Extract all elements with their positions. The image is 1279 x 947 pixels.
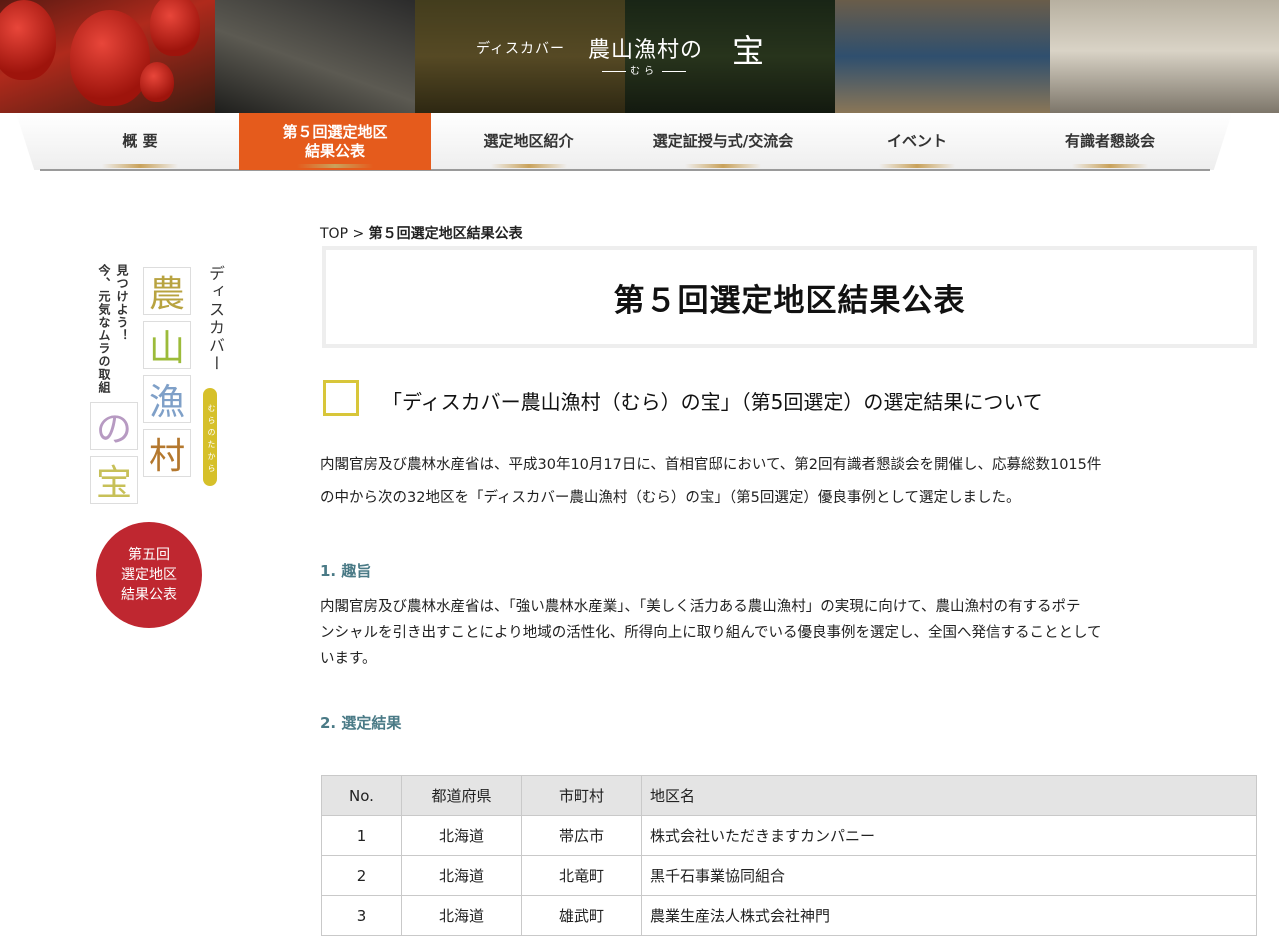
sidebar-mura-pill: むらのたから: [203, 388, 217, 486]
logo-prefix: ディスカバー: [476, 41, 566, 57]
cell-municipality: 帯広市: [521, 815, 642, 856]
logo-kanji-takara: 宝: [90, 456, 138, 504]
sidebar-tagline-2: 今、元気なムラの取組: [97, 264, 111, 394]
results-table: No. 都道府県 市町村 地区名 1 北海道 帯広市 株式会社いただきますカンパ…: [321, 775, 1257, 936]
nav-label: 有識者懇談会: [1064, 132, 1155, 151]
banner-photo-people: [835, 0, 1050, 113]
purpose-line-1: 内閣官房及び農林水産省は、「強い農林水産業」、「美しく活力ある農山漁村」の実現に…: [320, 599, 1081, 615]
banner-photo-crafts: [1050, 0, 1279, 113]
logo-kanji-no: 農: [143, 267, 191, 315]
section-title: 「ディスカバー農山漁村（むら）の宝」（第5回選定）の選定結果について: [382, 390, 1043, 414]
cell-prefecture: 北海道: [401, 815, 522, 856]
banner-photo-strawberries: [0, 0, 215, 113]
purpose-line-3: います。: [320, 651, 377, 667]
nav-item-results[interactable]: 第５回選定地区 結果公表: [239, 113, 431, 170]
nav-label: 選定証授与式/交流会: [652, 132, 794, 151]
cell-no: 2: [321, 855, 402, 896]
site-logo[interactable]: ディスカバー 農山漁村の 宝 むら: [470, 22, 790, 82]
table-header-row: No. 都道府県 市町村 地区名: [321, 775, 1257, 816]
nav-item-districts[interactable]: 選定地区紹介: [431, 113, 626, 170]
intro-line-1: 内閣官房及び農林水産省は、平成30年10月17日に、首相官邸において、第2回有識…: [320, 457, 1102, 473]
cell-no: 3: [321, 895, 402, 936]
main-nav: 概 要 第５回選定地区 結果公表 選定地区紹介 選定証授与式/交流会 イベント …: [0, 113, 1279, 173]
cell-municipality: 雄武町: [521, 895, 642, 936]
logo-ruby: むら: [594, 62, 694, 77]
breadcrumb-current: 第５回選定地区結果公表: [368, 226, 523, 242]
col-header-municipality: 市町村: [521, 775, 642, 816]
badge-line-1: 第五回: [128, 546, 170, 563]
breadcrumb-top-link[interactable]: TOP: [320, 226, 348, 242]
section-square-icon: [323, 380, 359, 416]
logo-treasure: 宝: [732, 32, 765, 70]
page-title-box: 第５回選定地区結果公表: [322, 246, 1257, 348]
nav-item-experts[interactable]: 有識者懇談会: [1014, 113, 1206, 170]
nav-item-overview[interactable]: 概 要: [60, 113, 220, 170]
nav-label: 概 要: [122, 132, 158, 151]
logo-main: 農山漁村の: [588, 38, 704, 63]
header-banner: ディスカバー 農山漁村の 宝 むら: [0, 0, 1279, 113]
nav-item-events[interactable]: イベント: [820, 113, 1014, 170]
badge-line-2: 選定地区: [121, 566, 177, 583]
results-badge-button[interactable]: 第五回 選定地区 結果公表: [96, 522, 202, 628]
table-row: 3 北海道 雄武町 農業生産法人株式会社神門: [321, 895, 1257, 936]
nav-label: イベント: [886, 132, 947, 151]
logo-kanji-san: 山: [143, 321, 191, 369]
cell-no: 1: [321, 815, 402, 856]
cell-district: 農業生産法人株式会社神門: [641, 895, 1257, 936]
nav-label: 第５回選定地区 結果公表: [282, 122, 388, 160]
cell-prefecture: 北海道: [401, 855, 522, 896]
breadcrumb: TOP > 第５回選定地区結果公表: [320, 223, 523, 243]
cell-prefecture: 北海道: [401, 895, 522, 936]
col-header-no: No.: [321, 775, 402, 816]
heading-results: 2. 選定結果: [320, 714, 402, 732]
page-title: 第５回選定地区結果公表: [613, 282, 966, 319]
logo-kanji-gyo: 漁: [143, 375, 191, 423]
table-row: 2 北海道 北竜町 黒千石事業協同組合: [321, 855, 1257, 896]
badge-line-3: 結果公表: [121, 587, 177, 604]
table-row: 1 北海道 帯広市 株式会社いただきますカンパニー: [321, 815, 1257, 856]
nav-item-ceremony[interactable]: 選定証授与式/交流会: [626, 113, 820, 170]
sidebar-discover: ディスカバー: [206, 265, 225, 373]
nav-label: 選定地区紹介: [483, 132, 574, 151]
col-header-prefecture: 都道府県: [401, 775, 522, 816]
banner-photo-cattle: [215, 0, 415, 113]
purpose-line-2: ンシャルを引き出すことにより地域の活性化、所得向上に取り組んでいる優良事例を選定…: [320, 625, 1102, 641]
cell-district: 株式会社いただきますカンパニー: [641, 815, 1257, 856]
breadcrumb-separator: >: [348, 226, 369, 242]
sidebar-tagline-1: 見つけよう！: [115, 264, 129, 342]
logo-kanji-no-hiragana: の: [90, 402, 138, 450]
cell-municipality: 北竜町: [521, 855, 642, 896]
logo-kanji-son: 村: [143, 429, 191, 477]
cell-district: 黒千石事業協同組合: [641, 855, 1257, 896]
col-header-district: 地区名: [641, 775, 1257, 816]
heading-purpose: 1. 趣旨: [320, 562, 372, 580]
intro-line-2: の中から次の32地区を「ディスカバー農山漁村（むら）の宝」（第5回選定）優良事例…: [320, 490, 1021, 506]
